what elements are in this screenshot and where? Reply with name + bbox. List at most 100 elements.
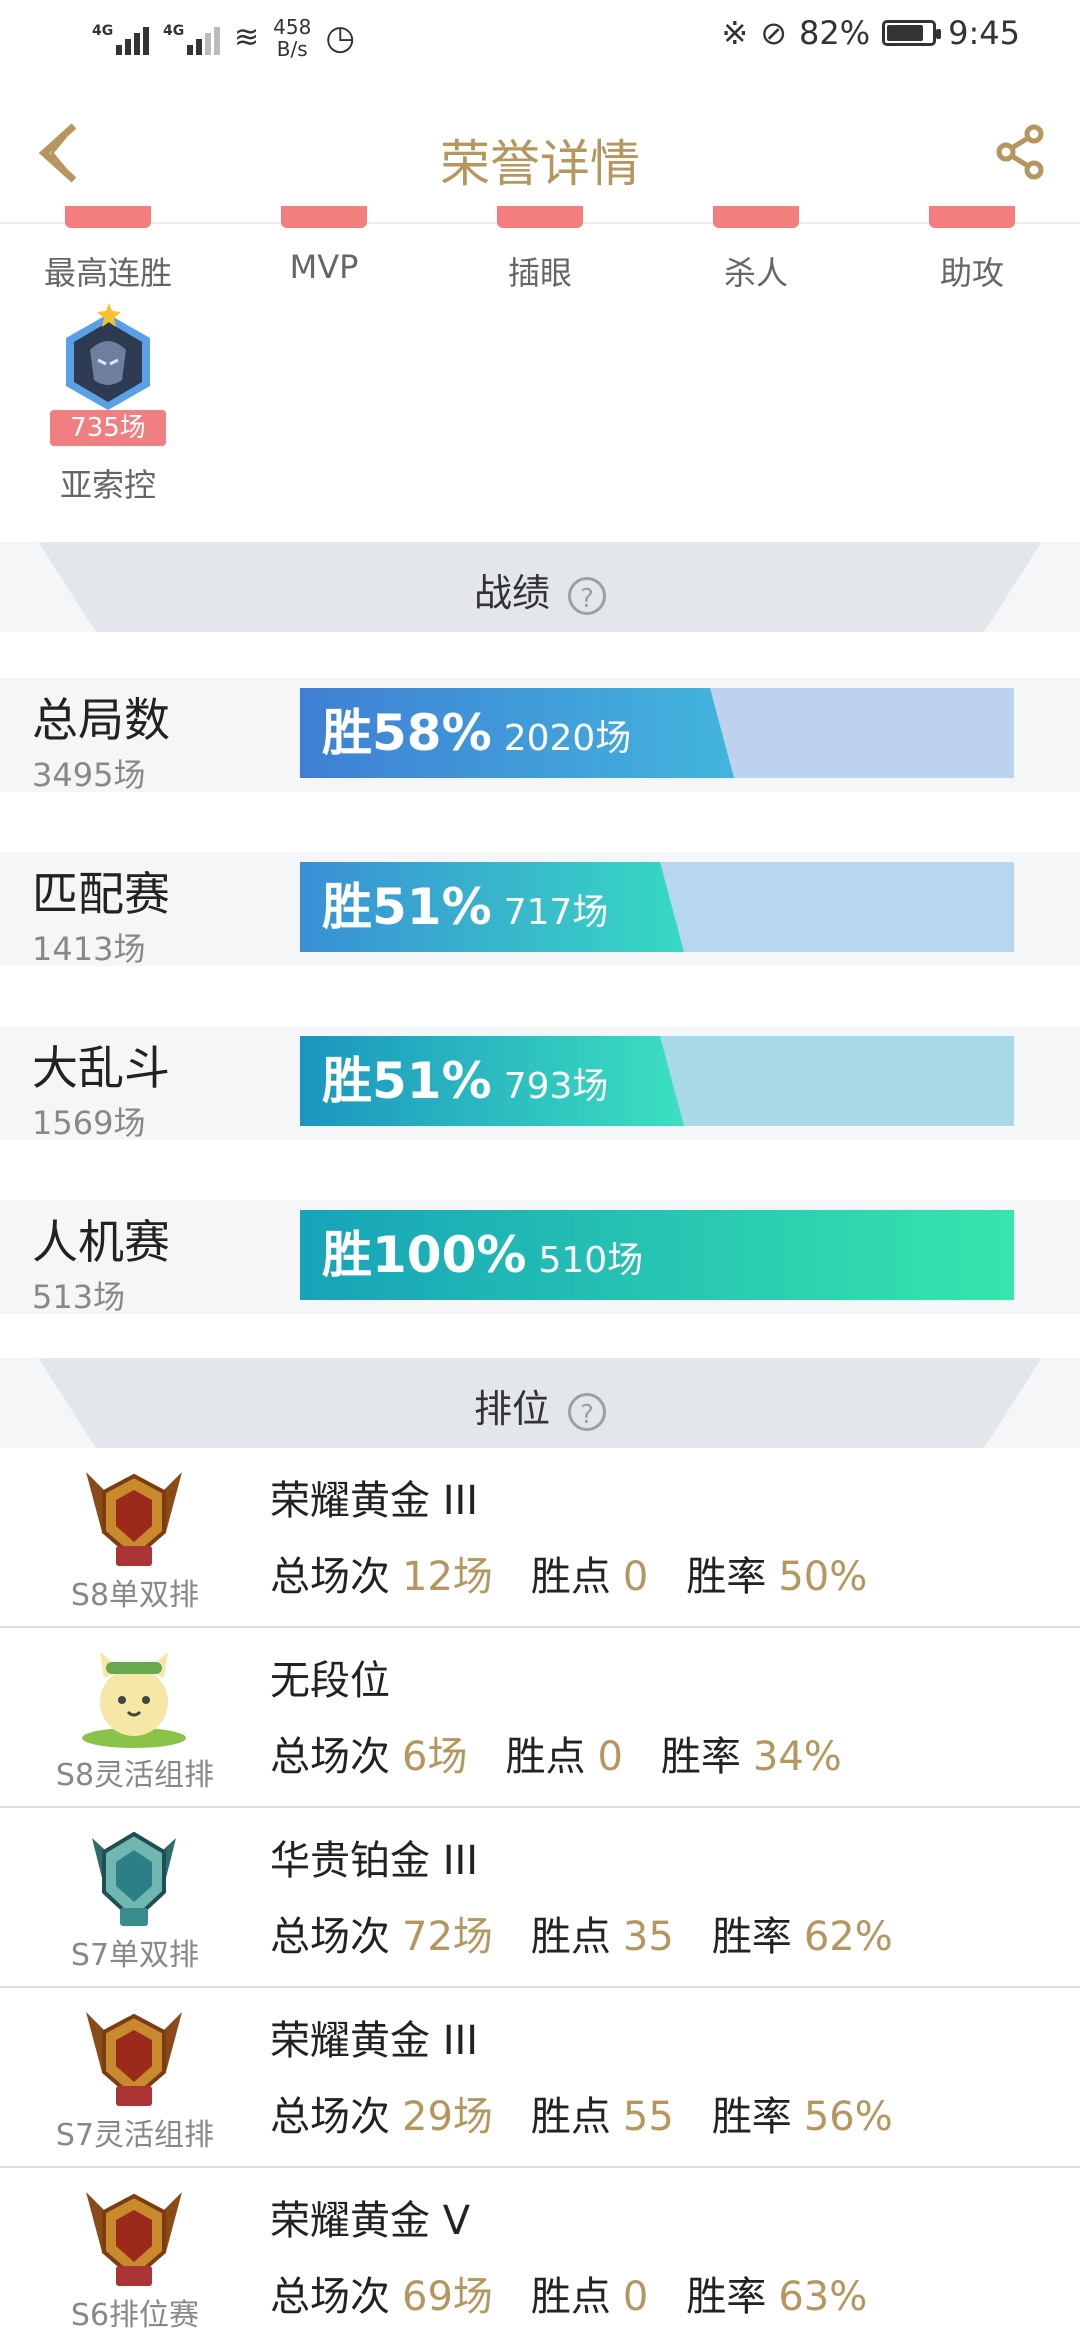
honor-item: 插眼 [432,206,648,294]
rank-stats: 总场次 29场 胜点 55 胜率 56% [270,2084,931,2142]
rank-tier: 荣耀黄金 III [270,2018,479,2064]
games-label: 总场次 [270,2094,390,2140]
record-row[interactable]: 匹配赛 1413场 胜51% 717场 [0,852,1080,968]
network-type-label-2: 4G [163,23,185,39]
wifi-icon: ≋ [234,20,260,55]
win-percent: 胜51% [322,878,492,936]
record-name: 人机赛 [32,1215,170,1269]
honor-item: 助攻 [864,206,1080,294]
rank-season: S8单双排 [70,1578,200,1613]
rank-section-header: 排位? [0,1358,1080,1448]
ribbon-badge [713,206,799,228]
games-value: 72场 [402,1914,493,1960]
gold-rank-icon [86,1472,182,1566]
rank-season: S7单双排 [70,1938,200,1973]
win-count: 717场 [503,892,609,933]
rate-label: 胜率 [660,1734,741,1780]
rate-label: 胜率 [711,1914,792,1960]
record-total: 1413场 [32,930,146,968]
ribbon-badge [929,206,1015,228]
rank-stats: 总场次 72场 胜点 35 胜率 62% [270,1904,931,1962]
rank-row[interactable]: S7灵活组排 荣耀黄金 III 总场次 29场 胜点 55 胜率 56% [0,1988,1080,2168]
record-total: 3495场 [32,756,146,794]
network-speed: 458 B/s [273,16,311,60]
rank-season: S6排位赛 [70,2298,200,2333]
hero-name: 亚索控 [59,466,156,504]
unranked-cat-icon [82,1652,186,1748]
honor-label: 插眼 [507,254,572,292]
honor-label: 最高连胜 [43,254,172,292]
alarm-icon: ◷ [325,18,355,58]
status-right: ※ ⊘ 82% 9:45 [721,14,1020,52]
honor-label: MVP [289,248,359,286]
win-percent: 胜100% [322,1226,527,1284]
win-bar-track: 胜58% 2020场 [300,688,1014,778]
honor-label: 杀人 [723,254,788,292]
battery-level [887,25,924,41]
platinum-rank-icon [92,1831,176,1926]
app-header: 荣誉详情 [0,84,1080,224]
win-bar-text: 胜51% 717场 [322,862,608,952]
record-total: 513场 [32,1278,126,1316]
points-value: 35 [622,1914,674,1960]
record-row[interactable]: 大乱斗 1569场 胜51% 793场 [0,1026,1080,1142]
honor-label: 助攻 [939,254,1004,292]
speed-value: 458 [273,15,312,39]
record-name: 匹配赛 [32,867,170,921]
hero-games-badge: 735场 [50,410,166,446]
win-bar-track: 胜51% 793场 [300,1036,1014,1126]
record-name: 大乱斗 [32,1041,170,1095]
record-row[interactable]: 总局数 3495场 胜58% 2020场 [0,678,1080,794]
rate-label: 胜率 [711,2094,792,2140]
record-row[interactable]: 人机赛 513场 胜100% 510场 [0,1200,1080,1316]
rank-section-title-wrap: 排位? [0,1378,1080,1433]
rank-tier: 华贵铂金 III [270,1838,479,1884]
rank-row[interactable]: S7单双排 华贵铂金 III 总场次 72场 胜点 35 胜率 62% [0,1808,1080,1988]
bluetooth-icon: ※ [721,14,749,52]
signal-icon-2: 4G [163,21,220,55]
rate-value: 62% [803,1914,893,1960]
rank-tier: 荣耀黄金 III [270,1478,479,1524]
status-bar: 4G 4G ≋ 458 B/s ◷ ※ ⊘ 82% 9:45 [0,0,1080,84]
gold-rank-icon [86,2192,182,2286]
favorite-hero[interactable]: 735场 亚索控 [50,303,166,504]
speed-unit: B/s [276,37,308,61]
network-type-label: 4G [92,23,114,39]
win-percent: 胜58% [322,704,492,762]
signal-icon: 4G [92,21,149,55]
win-count: 510场 [538,1240,644,1281]
points-label: 胜点 [530,2274,611,2320]
help-icon[interactable]: ? [568,576,606,615]
points-label: 胜点 [530,2094,611,2140]
rank-row[interactable]: S8灵活组排 无段位 总场次 6场 胜点 0 胜率 34% [0,1628,1080,1808]
points-value: 0 [597,1734,623,1780]
ribbon-badge [281,206,367,228]
clock: 9:45 [948,14,1020,52]
help-icon[interactable]: ? [568,1392,606,1431]
points-label: 胜点 [530,1914,611,1960]
games-label: 总场次 [270,1914,390,1960]
mute-icon: ⊘ [760,14,788,52]
record-name: 总局数 [32,693,170,747]
points-label: 胜点 [530,1554,611,1600]
rank-row[interactable]: S8单双排 荣耀黄金 III 总场次 12场 胜点 0 胜率 50% [0,1448,1080,1628]
win-bar-track: 胜51% 717场 [300,862,1014,952]
record-total: 1569场 [32,1104,146,1142]
games-label: 总场次 [270,2274,390,2320]
share-icon[interactable] [996,124,1046,180]
honor-item: 杀人 [648,206,864,294]
games-label: 总场次 [270,1554,390,1600]
rate-label: 胜率 [686,1554,767,1600]
battery-icon [882,20,942,46]
win-bar-text: 胜51% 793场 [322,1036,608,1126]
points-label: 胜点 [505,1734,586,1780]
points-value: 0 [622,1554,649,1600]
win-bar-text: 胜100% 510场 [322,1210,643,1300]
win-count: 793场 [503,1066,609,1107]
star-icon [97,303,121,327]
rank-row[interactable]: S6排位赛 荣耀黄金 V 总场次 69场 胜点 0 胜率 63% [0,2168,1080,2346]
win-bar-text: 胜58% 2020场 [322,688,631,778]
rate-value: 50% [778,1554,868,1600]
honor-item: MVP [216,206,432,286]
rate-label: 胜率 [686,2274,767,2320]
